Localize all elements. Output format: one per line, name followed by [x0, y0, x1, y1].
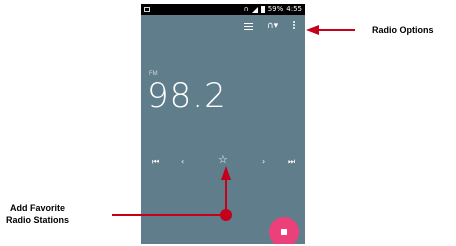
favorite-arrow-dot	[220, 209, 232, 221]
radio-options-arrowhead	[306, 25, 319, 35]
radio-options-label: Radio Options	[372, 25, 434, 35]
favorite-arrowhead	[221, 166, 231, 180]
add-favorite-line2: Radio Stations	[6, 215, 70, 225]
add-favorite-line1: Add Favorite	[10, 203, 66, 213]
add-favorite-label: Add Favorite Radio Stations	[6, 202, 69, 226]
